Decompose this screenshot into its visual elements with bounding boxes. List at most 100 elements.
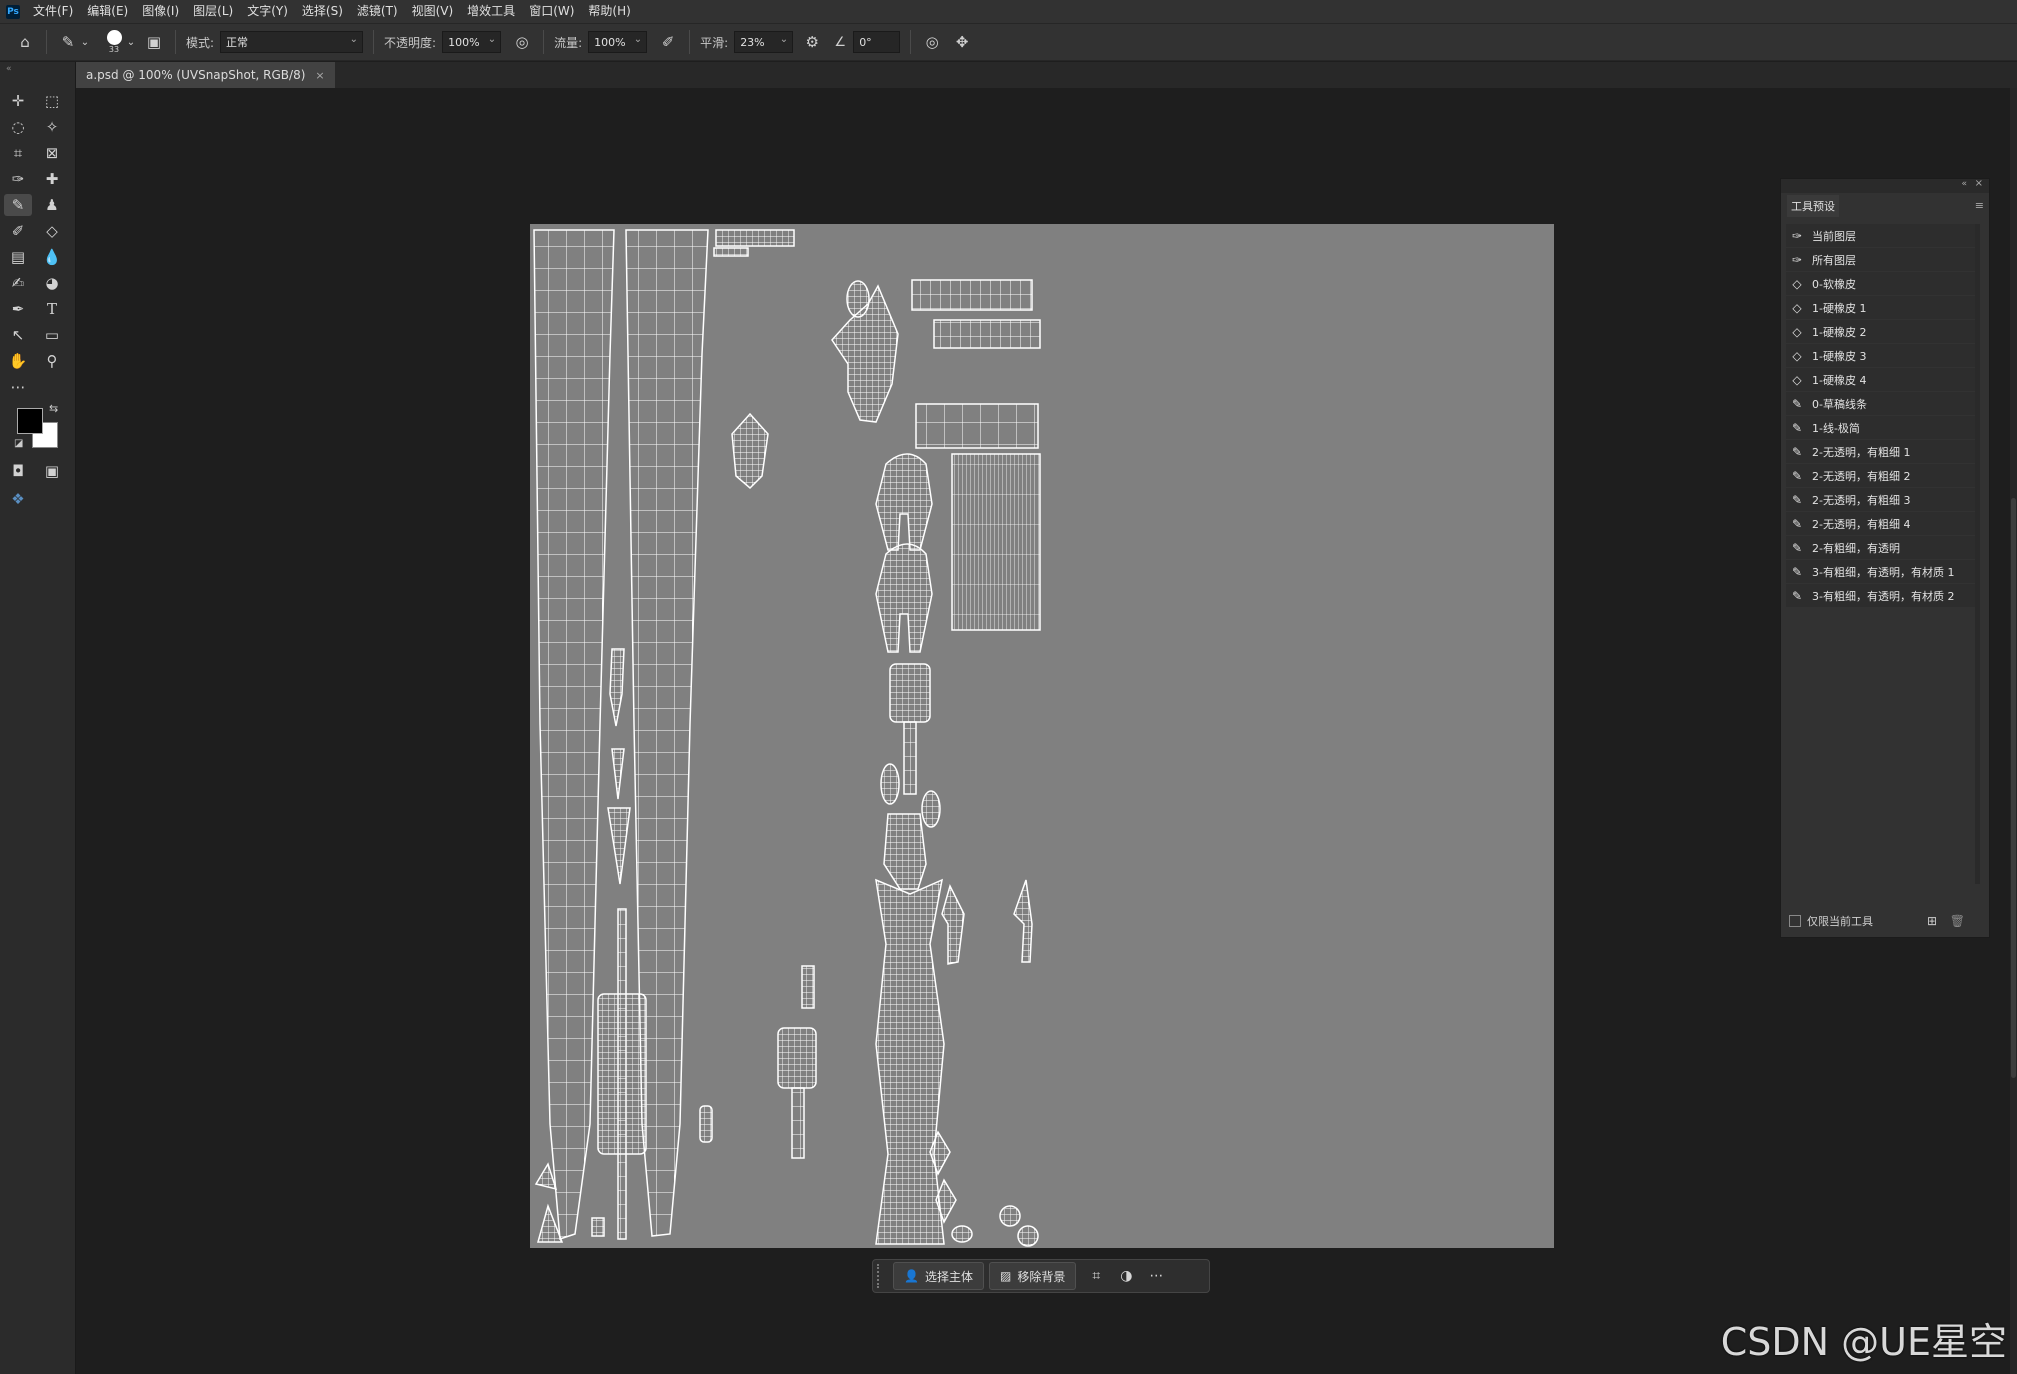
dodge-tool-icon[interactable]: ✍ — [4, 272, 32, 294]
pen-tool-icon[interactable]: ✒ — [4, 298, 32, 320]
zoom-tool-icon[interactable]: ⚲ — [38, 350, 66, 372]
brush-tool-icon[interactable]: ✎ — [4, 194, 32, 216]
angle-field[interactable]: 0° — [853, 31, 901, 53]
preset-item[interactable]: ◇ 1-硬橡皮 3 — [1786, 344, 1976, 367]
blur-tool-icon[interactable]: 💧 — [38, 246, 66, 268]
smudge-tool-icon[interactable]: ◕ — [38, 272, 66, 294]
clone-stamp-tool-icon[interactable]: ♟ — [38, 194, 66, 216]
close-icon[interactable]: × — [315, 69, 324, 82]
brush-icon: ✎ — [1791, 564, 1803, 579]
panel-tab[interactable]: 工具预设 — [1787, 195, 1839, 217]
swap-colors-icon[interactable]: ⇆ — [49, 402, 58, 415]
preset-item[interactable]: ✎ 2-有粗细，有透明 — [1786, 536, 1976, 559]
more-tools-icon[interactable]: ⋯ — [4, 376, 32, 398]
mode-select[interactable]: 正常 ⌄ — [220, 31, 364, 53]
preset-item[interactable]: ✎ 2-无透明，有粗细 1 — [1786, 440, 1976, 463]
marquee-tool-icon[interactable]: ⬚ — [38, 90, 66, 112]
airbrush-icon[interactable]: ✐ — [657, 31, 679, 53]
new-preset-icon[interactable]: ⊞ — [1927, 914, 1937, 928]
panel-scrollbar[interactable] — [1975, 224, 1980, 884]
brush-settings-panel-icon[interactable]: ▣ — [143, 31, 165, 53]
collapse-icon[interactable]: « — [1961, 179, 1967, 189]
close-icon[interactable]: × — [1975, 178, 1983, 189]
more-options-icon[interactable]: ⋯ — [1141, 1263, 1171, 1289]
document-tab[interactable]: a.psd @ 100% (UVSnapShot, RGB/8) × — [76, 62, 335, 88]
preset-item[interactable]: ✎ 3-有粗细，有透明，有材质 1 — [1786, 560, 1976, 583]
default-colors-icon[interactable]: ◪ — [14, 438, 23, 449]
healing-brush-tool-icon[interactable]: ✚ — [38, 168, 66, 190]
preset-item[interactable]: ✑ 当前图层 — [1786, 224, 1976, 247]
dropper-icon: ✑ — [1791, 252, 1803, 267]
brush-size-picker[interactable]: 33 — [103, 30, 125, 54]
preset-item[interactable]: ✎ 2-无透明，有粗细 4 — [1786, 512, 1976, 535]
lasso-tool-icon[interactable]: ◌ — [4, 116, 32, 138]
menu-layer[interactable]: 图层(L) — [186, 0, 240, 23]
trash-icon[interactable]: 🗑 — [1950, 914, 1965, 928]
screen-mode-icon[interactable]: ▣ — [38, 460, 66, 482]
preset-item[interactable]: ✎ 3-有粗细，有透明，有材质 2 — [1786, 584, 1976, 607]
eyedropper-tool-icon[interactable]: ✑ — [4, 168, 32, 190]
remove-background-button[interactable]: ▨ 移除背景 — [988, 1262, 1077, 1290]
move-tool-icon[interactable]: ✛ — [4, 90, 32, 112]
preset-item[interactable]: ◇ 1-硬橡皮 4 — [1786, 368, 1976, 391]
smoothing-field[interactable]: 23% ⌄ — [734, 31, 794, 53]
select-subject-button[interactable]: 👤 选择主体 — [893, 1262, 984, 1290]
menu-image[interactable]: 图像(I) — [135, 0, 186, 23]
gear-icon[interactable]: ⚙ — [801, 31, 823, 53]
quick-mask-icon[interactable]: ◘ — [4, 460, 32, 482]
magic-wand-tool-icon[interactable]: ✧ — [38, 116, 66, 138]
drag-handle[interactable] — [877, 1264, 885, 1288]
extras-icon[interactable]: ❖ — [4, 488, 32, 510]
chevron-down-icon[interactable]: ⌄ — [79, 31, 91, 53]
menu-edit[interactable]: 编辑(E) — [80, 0, 135, 23]
symmetry-icon[interactable]: ✥ — [951, 31, 973, 53]
chevron-down-icon[interactable]: ⌄ — [125, 31, 137, 53]
gradient-tool-icon[interactable]: ▤ — [4, 246, 32, 268]
preset-item[interactable]: ✎ 2-无透明，有粗细 2 — [1786, 464, 1976, 487]
uv-island — [699, 1105, 713, 1143]
pressure-size-icon[interactable]: ◎ — [921, 31, 943, 53]
foreground-color-swatch-front[interactable] — [17, 408, 43, 434]
eraser-icon: ◇ — [1792, 348, 1802, 363]
uv-island — [791, 1087, 805, 1159]
rectangle-tool-icon[interactable]: ▭ — [38, 324, 66, 346]
frame-tool-icon[interactable]: ⊠ — [38, 142, 66, 164]
preset-item[interactable]: ◇ 1-硬橡皮 1 — [1786, 296, 1976, 319]
menu-plugins[interactable]: 增效工具 — [460, 0, 522, 23]
scrollbar-thumb[interactable] — [2011, 498, 2016, 1078]
smoothing-value: 23% — [740, 35, 765, 49]
menu-window[interactable]: 窗口(W) — [522, 0, 581, 23]
preset-item[interactable]: ✎ 1-线-极简 — [1786, 416, 1976, 439]
transform-icon[interactable]: ⌗ — [1081, 1263, 1111, 1289]
current-tool-only-checkbox[interactable] — [1789, 915, 1801, 927]
eraser-icon: ◇ — [1792, 276, 1802, 291]
collapse-icon[interactable]: « — [6, 64, 12, 74]
uv-island — [607, 807, 631, 885]
canvas-scrollbar[interactable] — [2010, 88, 2017, 1374]
menu-type[interactable]: 文字(Y) — [240, 0, 295, 23]
flow-field[interactable]: 100% ⌄ — [588, 31, 648, 53]
menu-view[interactable]: 视图(V) — [405, 0, 461, 23]
preset-item[interactable]: ✎ 2-无透明，有粗细 3 — [1786, 488, 1976, 511]
type-tool-icon[interactable]: T — [38, 298, 66, 320]
home-icon[interactable]: ⌂ — [14, 31, 36, 53]
crop-tool-icon[interactable]: ⌗ — [4, 142, 32, 164]
brush-tool-icon[interactable]: ✎ — [57, 31, 79, 53]
panel-menu-icon[interactable]: ≡ — [1975, 199, 1984, 212]
eraser-tool-icon[interactable]: ◇ — [38, 220, 66, 242]
menu-help[interactable]: 帮助(H) — [581, 0, 637, 23]
preset-item[interactable]: ✎ 0-草稿线条 — [1786, 392, 1976, 415]
history-brush-tool-icon[interactable]: ✐ — [4, 220, 32, 242]
preset-item[interactable]: ✑ 所有图层 — [1786, 248, 1976, 271]
path-selection-tool-icon[interactable]: ↖ — [4, 324, 32, 346]
menu-filter[interactable]: 滤镜(T) — [350, 0, 405, 23]
preset-item[interactable]: ◇ 1-硬橡皮 2 — [1786, 320, 1976, 343]
document-canvas[interactable] — [530, 224, 1554, 1248]
menu-select[interactable]: 选择(S) — [295, 0, 350, 23]
menu-file[interactable]: 文件(F) — [26, 0, 80, 23]
preset-item[interactable]: ◇ 0-软橡皮 — [1786, 272, 1976, 295]
pressure-opacity-icon[interactable]: ◎ — [511, 31, 533, 53]
adjustment-icon[interactable]: ◑ — [1111, 1263, 1141, 1289]
opacity-field[interactable]: 100% ⌄ — [442, 31, 502, 53]
hand-tool-icon[interactable]: ✋ — [4, 350, 32, 372]
